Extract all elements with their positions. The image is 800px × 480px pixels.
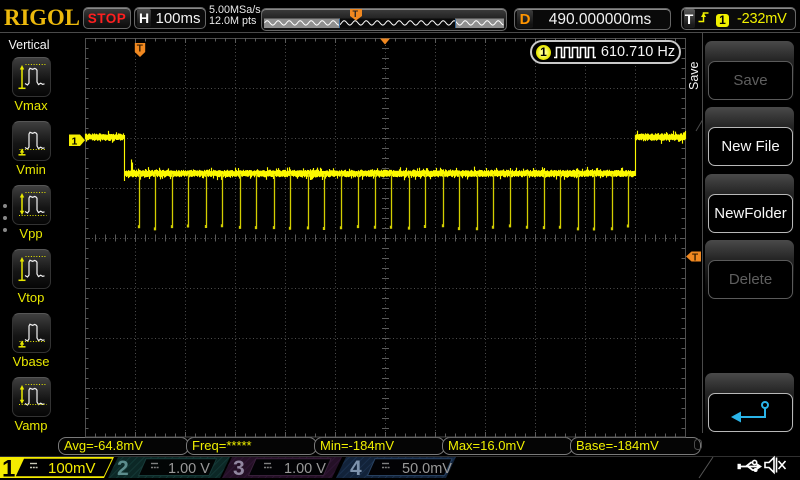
svg-text:1.00 V: 1.00 V (284, 461, 326, 477)
svg-text:1.00 V: 1.00 V (168, 461, 210, 477)
svg-text:T: T (353, 9, 359, 19)
svg-text:4: 4 (350, 457, 362, 480)
svg-text:1: 1 (72, 135, 78, 147)
svg-text:3: 3 (233, 457, 245, 480)
svg-text:2: 2 (117, 457, 129, 480)
svg-text:T: T (692, 252, 698, 263)
svg-text:T: T (137, 44, 143, 55)
svg-text:1: 1 (2, 456, 15, 480)
svg-text:50.0mV: 50.0mV (402, 461, 452, 477)
svg-text:100mV: 100mV (48, 460, 96, 477)
